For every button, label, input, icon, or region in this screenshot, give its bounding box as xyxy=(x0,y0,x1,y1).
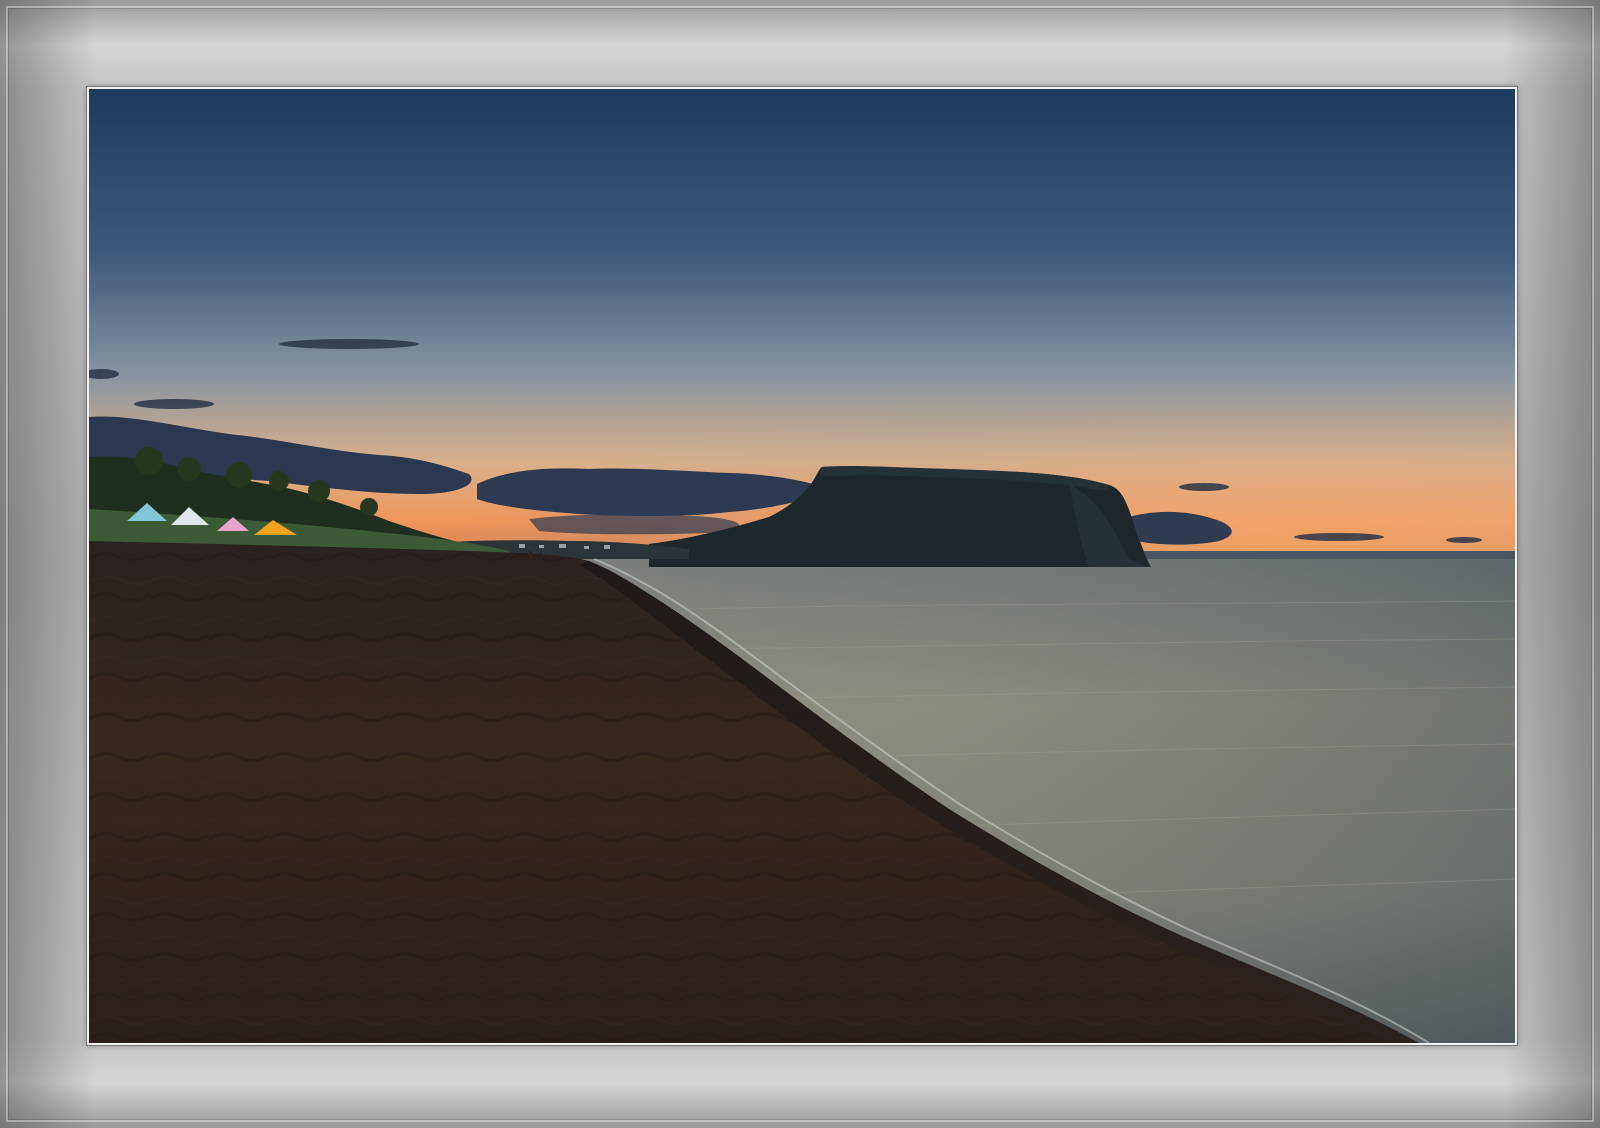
scene-svg xyxy=(89,89,1515,1043)
cloud-icon xyxy=(1294,533,1384,541)
cloud-icon xyxy=(134,399,214,409)
photo xyxy=(87,87,1517,1045)
cloud-icon xyxy=(1179,483,1229,491)
cloud-icon xyxy=(279,339,419,349)
cloud-icon xyxy=(1446,537,1482,543)
